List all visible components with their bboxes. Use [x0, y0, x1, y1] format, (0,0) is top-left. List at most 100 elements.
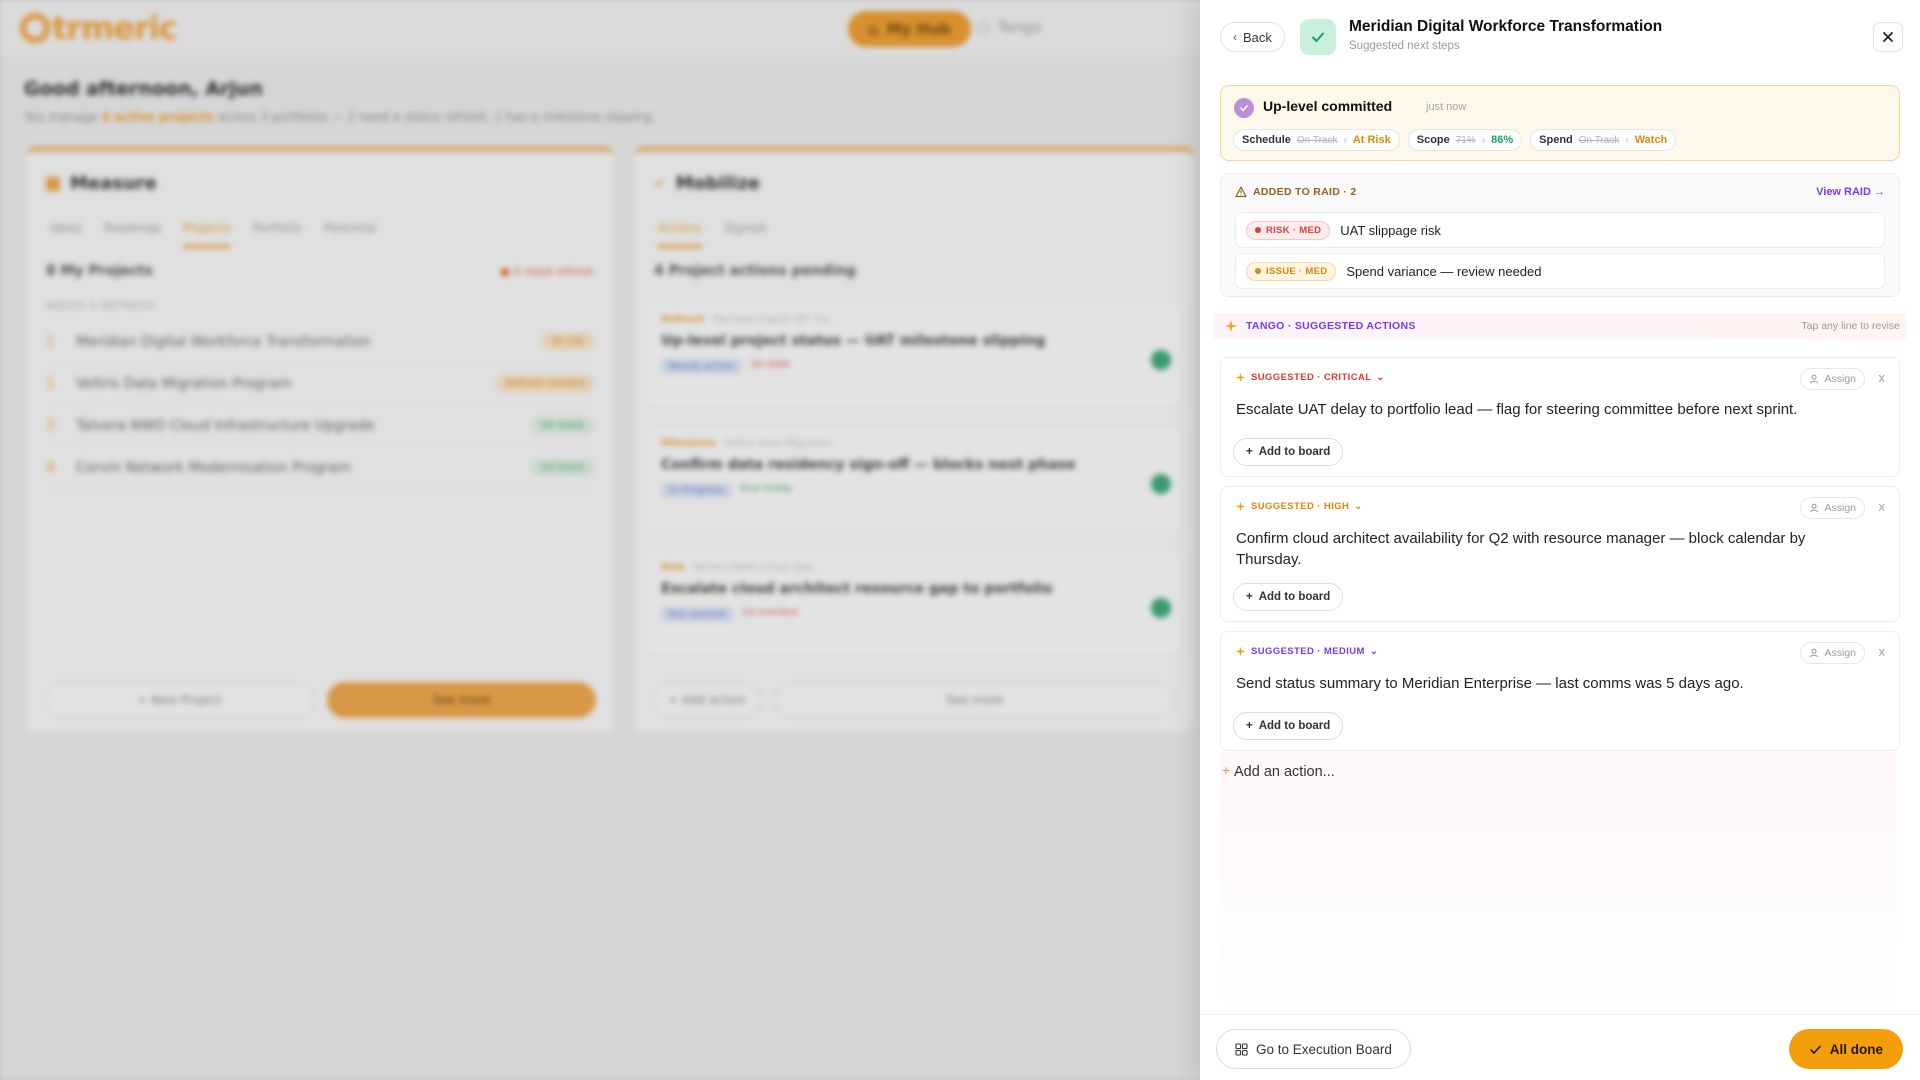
metric-key: Spend [1539, 134, 1573, 146]
drawer-header: ‹ Back Meridian Digital Workforce Transf… [1200, 0, 1920, 74]
suggested-actions-header: TANGO · SUGGESTED ACTIONS Tap any line t… [1214, 313, 1906, 339]
modal-overlay[interactable] [0, 0, 1200, 1080]
suggested-actions-label: TANGO · SUGGESTED ACTIONS [1224, 319, 1416, 333]
add-to-board-button[interactable]: + Add to board [1233, 438, 1344, 466]
plus-icon: + [1222, 762, 1231, 778]
suggested-action-text[interactable]: Send status summary to Meridian Enterpri… [1236, 673, 1859, 694]
plus-icon: + [1246, 591, 1253, 603]
raid-heading: ADDED TO RAID · 2 [1235, 186, 1357, 198]
chevron-right-icon: › [1625, 134, 1629, 146]
user-icon [1810, 648, 1819, 658]
plus-icon: + [1246, 720, 1253, 732]
issue-badge: ISSUE · MED [1246, 261, 1337, 281]
priority-dropdown[interactable]: SUGGESTED · MEDIUM ⌄ [1235, 646, 1378, 657]
risk-badge-label: RISK · MED [1266, 224, 1322, 236]
user-icon [1810, 374, 1819, 384]
add-to-board-label: Add to board [1258, 720, 1331, 732]
assign-label: Assign [1824, 647, 1856, 659]
suggested-action-text[interactable]: Confirm cloud architect availability for… [1236, 528, 1859, 570]
assign-label: Assign [1824, 373, 1856, 385]
assign-button[interactable]: Assign [1800, 368, 1865, 390]
suggested-action-card[interactable]: SUGGESTED · CRITICAL ⌄ Assign x Escalate… [1220, 357, 1900, 477]
raid-item-text: UAT slippage risk [1340, 222, 1441, 238]
sparkle-icon [1235, 372, 1246, 383]
raid-box: ADDED TO RAID · 2 View RAID → RISK · MED… [1220, 173, 1900, 297]
sparkle-icon [1235, 501, 1246, 512]
warning-icon [1235, 186, 1247, 198]
chevron-down-icon: ⌄ [1369, 646, 1379, 657]
raid-heading-text: ADDED TO RAID · 2 [1253, 186, 1357, 198]
grid-icon [1235, 1042, 1248, 1056]
metric-old-value: 71% [1455, 134, 1476, 146]
metric-new-value: 86% [1491, 134, 1514, 146]
metric-schedule: Schedule On Track › At Risk [1233, 129, 1400, 151]
user-icon [1810, 503, 1819, 513]
metric-scope: Scope 71% › 86% [1407, 129, 1523, 151]
priority-label: SUGGESTED · MEDIUM [1251, 646, 1365, 657]
add-to-board-button[interactable]: + Add to board [1233, 583, 1344, 611]
add-action-placeholder: Add an action... [1234, 764, 1335, 780]
assign-button[interactable]: Assign [1800, 642, 1865, 664]
suggested-steps-drawer: ‹ Back Meridian Digital Workforce Transf… [1200, 0, 1920, 1080]
priority-dropdown[interactable]: SUGGESTED · CRITICAL ⌄ [1235, 372, 1385, 383]
suggested-action-text[interactable]: Escalate UAT delay to portfolio lead — f… [1236, 399, 1859, 420]
risk-badge: RISK · MED [1246, 220, 1331, 240]
close-icon [1883, 32, 1893, 42]
metric-spend: Spend On Track › Watch [1530, 129, 1677, 151]
metric-new-value: At Risk [1352, 134, 1391, 146]
suggested-action-card[interactable]: SUGGESTED · HIGH ⌄ Assign x Confirm clou… [1220, 486, 1900, 622]
metric-old-value: On Track [1578, 134, 1620, 146]
chevron-down-icon: ⌄ [1354, 501, 1363, 512]
dot-icon [1255, 227, 1261, 233]
dismiss-icon[interactable]: x [1879, 499, 1886, 514]
priority-dropdown[interactable]: SUGGESTED · HIGH ⌄ [1235, 501, 1363, 512]
suggested-actions-text: TANGO · SUGGESTED ACTIONS [1246, 320, 1416, 332]
suggested-action-card[interactable]: SUGGESTED · MEDIUM ⌄ Assign x Send statu… [1220, 631, 1900, 751]
raid-item-text: Spend variance — review needed [1346, 263, 1542, 279]
chevron-left-icon: ‹ [1233, 30, 1237, 44]
assign-button[interactable]: Assign [1800, 497, 1865, 519]
chevron-down-icon: ⌄ [1376, 372, 1385, 383]
metric-chips: Schedule On Track › At Risk Scope 71% › … [1233, 129, 1677, 151]
close-button[interactable] [1873, 22, 1903, 52]
metric-key: Schedule [1242, 134, 1291, 146]
uplevel-committed-box: Up-level committed just now Schedule On … [1220, 85, 1900, 161]
priority-label: SUGGESTED · HIGH [1251, 501, 1350, 512]
all-done-button[interactable]: All done [1788, 1029, 1903, 1069]
back-label: Back [1243, 29, 1272, 45]
commit-timestamp: just now [1426, 101, 1467, 113]
drawer-footer: Go to Execution Board All done [1200, 1014, 1920, 1080]
drawer-subtitle: Suggested next steps [1349, 40, 1460, 52]
priority-label: SUGGESTED · CRITICAL [1251, 372, 1372, 383]
metric-old-value: On Track [1296, 134, 1338, 146]
sparkle-icon [1235, 646, 1246, 657]
check-icon [1300, 19, 1336, 55]
back-button[interactable]: ‹ Back [1220, 22, 1285, 52]
add-to-board-button[interactable]: + Add to board [1233, 712, 1344, 740]
drawer-title: Meridian Digital Workforce Transformatio… [1349, 18, 1663, 35]
metric-new-value: Watch [1634, 134, 1668, 146]
dismiss-icon[interactable]: x [1879, 370, 1886, 385]
check-circle-icon [1234, 98, 1254, 118]
revise-hint: Tap any line to revise [1801, 320, 1900, 332]
issue-badge-label: ISSUE · MED [1266, 265, 1328, 277]
add-action-input[interactable]: + Add an action... [1220, 752, 1896, 1014]
view-raid-link[interactable]: View RAID → [1816, 186, 1885, 198]
add-to-board-label: Add to board [1258, 446, 1331, 458]
check-icon [1809, 1045, 1821, 1054]
raid-item[interactable]: RISK · MED UAT slippage risk [1235, 212, 1885, 248]
execution-board-label: Go to Execution Board [1256, 1041, 1392, 1057]
chevron-right-icon: › [1481, 134, 1486, 146]
chevron-right-icon: › [1343, 134, 1347, 146]
sparkle-icon [1225, 320, 1237, 332]
metric-key: Scope [1416, 134, 1450, 146]
go-to-execution-board-button[interactable]: Go to Execution Board [1216, 1029, 1411, 1069]
all-done-label: All done [1829, 1041, 1883, 1057]
assign-label: Assign [1824, 502, 1856, 514]
plus-icon: + [1246, 446, 1253, 458]
dot-icon [1255, 268, 1261, 274]
add-to-board-label: Add to board [1258, 591, 1331, 603]
commit-title: Up-level committed [1263, 98, 1393, 114]
dismiss-icon[interactable]: x [1879, 644, 1886, 659]
raid-item[interactable]: ISSUE · MED Spend variance — review need… [1235, 253, 1885, 289]
